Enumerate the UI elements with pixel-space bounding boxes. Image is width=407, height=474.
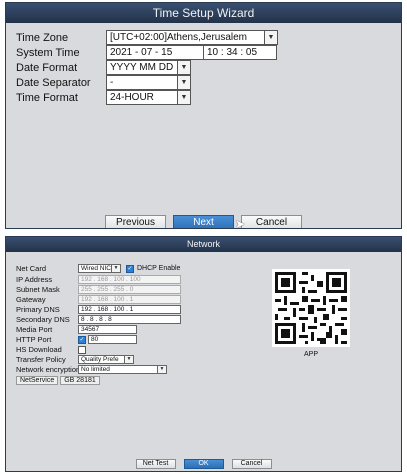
date-format-row: Date Format YYYY MM DD ▼ [16,60,191,75]
chevron-down-icon: ▼ [112,264,121,273]
network-encryption-label: Network encryption [16,365,81,374]
system-clock-field[interactable]: 10 : 34 : 05 [204,45,277,60]
date-format-dropdown[interactable]: YYYY MM DD ▼ [106,60,191,75]
transfer-policy-dropdown[interactable]: Quality Prefe [78,355,125,364]
hs-download-checkbox[interactable] [78,345,86,354]
http-port-checkbox[interactable]: ✓ [78,335,86,344]
primary-dns-row: Primary DNS 192 . 168 . 100 . 1 [16,305,181,314]
chevron-down-icon: ▼ [178,90,191,105]
network-encryption-row: Network encryption No limited ▼ [16,365,167,374]
time-zone-value: [UTC+02:00]Athens,Jerusalem [106,30,265,45]
gateway-row: Gateway 192 . 168 . 100 . 1 [16,295,181,304]
system-date-field[interactable]: 2021 - 07 - 15 [106,45,204,60]
http-port-label: HTTP Port [16,335,52,344]
window-title: Time Setup Wizard [6,3,401,23]
gb28181-button[interactable]: GB 28181 [60,376,100,385]
time-zone-row: Time Zone [UTC+02:00]Athens,Jerusalem ▼ [16,30,278,45]
network-window: Network Net Card Wired NIC ▼ ✓ DHCP Enab… [5,236,402,472]
ip-row: IP Address 192 . 168 . 100 . 100 [16,275,181,284]
time-format-row: Time Format 24-HOUR ▼ [16,90,191,105]
dhcp-checkbox[interactable]: ✓ [126,264,134,273]
media-port-label: Media Port [16,325,53,334]
mask-row: Subnet Mask 255 . 255 . 255 . 0 [16,285,181,294]
date-format-value: YYYY MM DD [106,60,178,75]
net-card-label: Net Card [16,264,47,273]
net-test-button[interactable]: Net Test [135,459,176,469]
date-format-label: Date Format [16,61,78,74]
app-qr-code [272,269,350,347]
secondary-dns-label: Secondary DNS [16,315,70,324]
date-separator-value: - [106,75,178,90]
net-card-dropdown[interactable]: Wired NIC [78,264,112,273]
time-zone-dropdown[interactable]: [UTC+02:00]Athens,Jerusalem ▼ [106,30,278,45]
previous-button[interactable]: Previous [105,215,166,228]
primary-dns-field[interactable]: 192 . 168 . 100 . 1 [78,305,181,314]
cancel-button[interactable]: Cancel [241,215,302,228]
gateway-field[interactable]: 192 . 168 . 100 . 1 [78,295,181,304]
window-title: Network [6,237,401,252]
mask-label: Subnet Mask [16,285,60,294]
chevron-down-icon: ▼ [178,75,191,90]
hs-download-row: HS Download [16,345,86,354]
time-format-label: Time Format [16,91,78,104]
chevron-down-icon: ▼ [265,30,278,45]
secondary-dns-field[interactable]: 8 . 8 . 8 . 8 [78,315,181,324]
network-button-bar: Net Test OK Cancel [6,459,401,469]
ip-field[interactable]: 192 . 168 . 100 . 100 [78,275,181,284]
date-separator-dropdown[interactable]: - ▼ [106,75,191,90]
http-port-field[interactable]: 80 [88,335,137,344]
service-tabs-row: NetService GB 28181 [16,376,102,385]
gateway-label: Gateway [16,295,46,304]
secondary-dns-row: Secondary DNS 8 . 8 . 8 . 8 [16,315,181,324]
http-port-row: HTTP Port ✓ 80 [16,335,137,344]
net-card-row: Net Card Wired NIC ▼ ✓ DHCP Enable [16,264,180,273]
date-separator-label: Date Separator [16,76,91,89]
mouse-cursor-icon: ➤ [235,217,246,229]
chevron-down-icon: ▼ [178,60,191,75]
cancel-button[interactable]: Cancel [231,459,272,469]
hs-download-label: HS Download [16,345,62,354]
mask-field[interactable]: 255 . 255 . 255 . 0 [78,285,181,294]
time-format-value: 24-HOUR [106,90,178,105]
network-encryption-dropdown[interactable]: No limited [78,365,158,374]
media-port-field[interactable]: 34567 [78,325,137,334]
netservice-button[interactable]: NetService [16,376,59,385]
time-zone-label: Time Zone [16,31,69,44]
media-port-row: Media Port 34567 [16,325,137,334]
transfer-policy-row: Transfer Policy Quality Prefe ▼ [16,355,134,364]
system-time-row: System Time 2021 - 07 - 15 10 : 34 : 05 [16,45,277,60]
time-setup-wizard-window: Time Setup Wizard Time Zone [UTC+02:00]A… [5,2,402,229]
system-time-label: System Time [16,46,80,59]
app-label: APP [303,351,318,358]
chevron-down-icon: ▼ [158,365,167,374]
wizard-button-bar: Previous Next Cancel [6,215,401,228]
dhcp-label: DHCP Enable [137,265,181,272]
ok-button[interactable]: OK [183,459,224,469]
next-button[interactable]: Next [173,215,234,228]
chevron-down-icon: ▼ [125,355,134,364]
primary-dns-label: Primary DNS [16,305,60,314]
transfer-policy-label: Transfer Policy [16,355,66,364]
ip-label: IP Address [16,275,53,284]
time-format-dropdown[interactable]: 24-HOUR ▼ [106,90,191,105]
date-separator-row: Date Separator - ▼ [16,75,191,90]
